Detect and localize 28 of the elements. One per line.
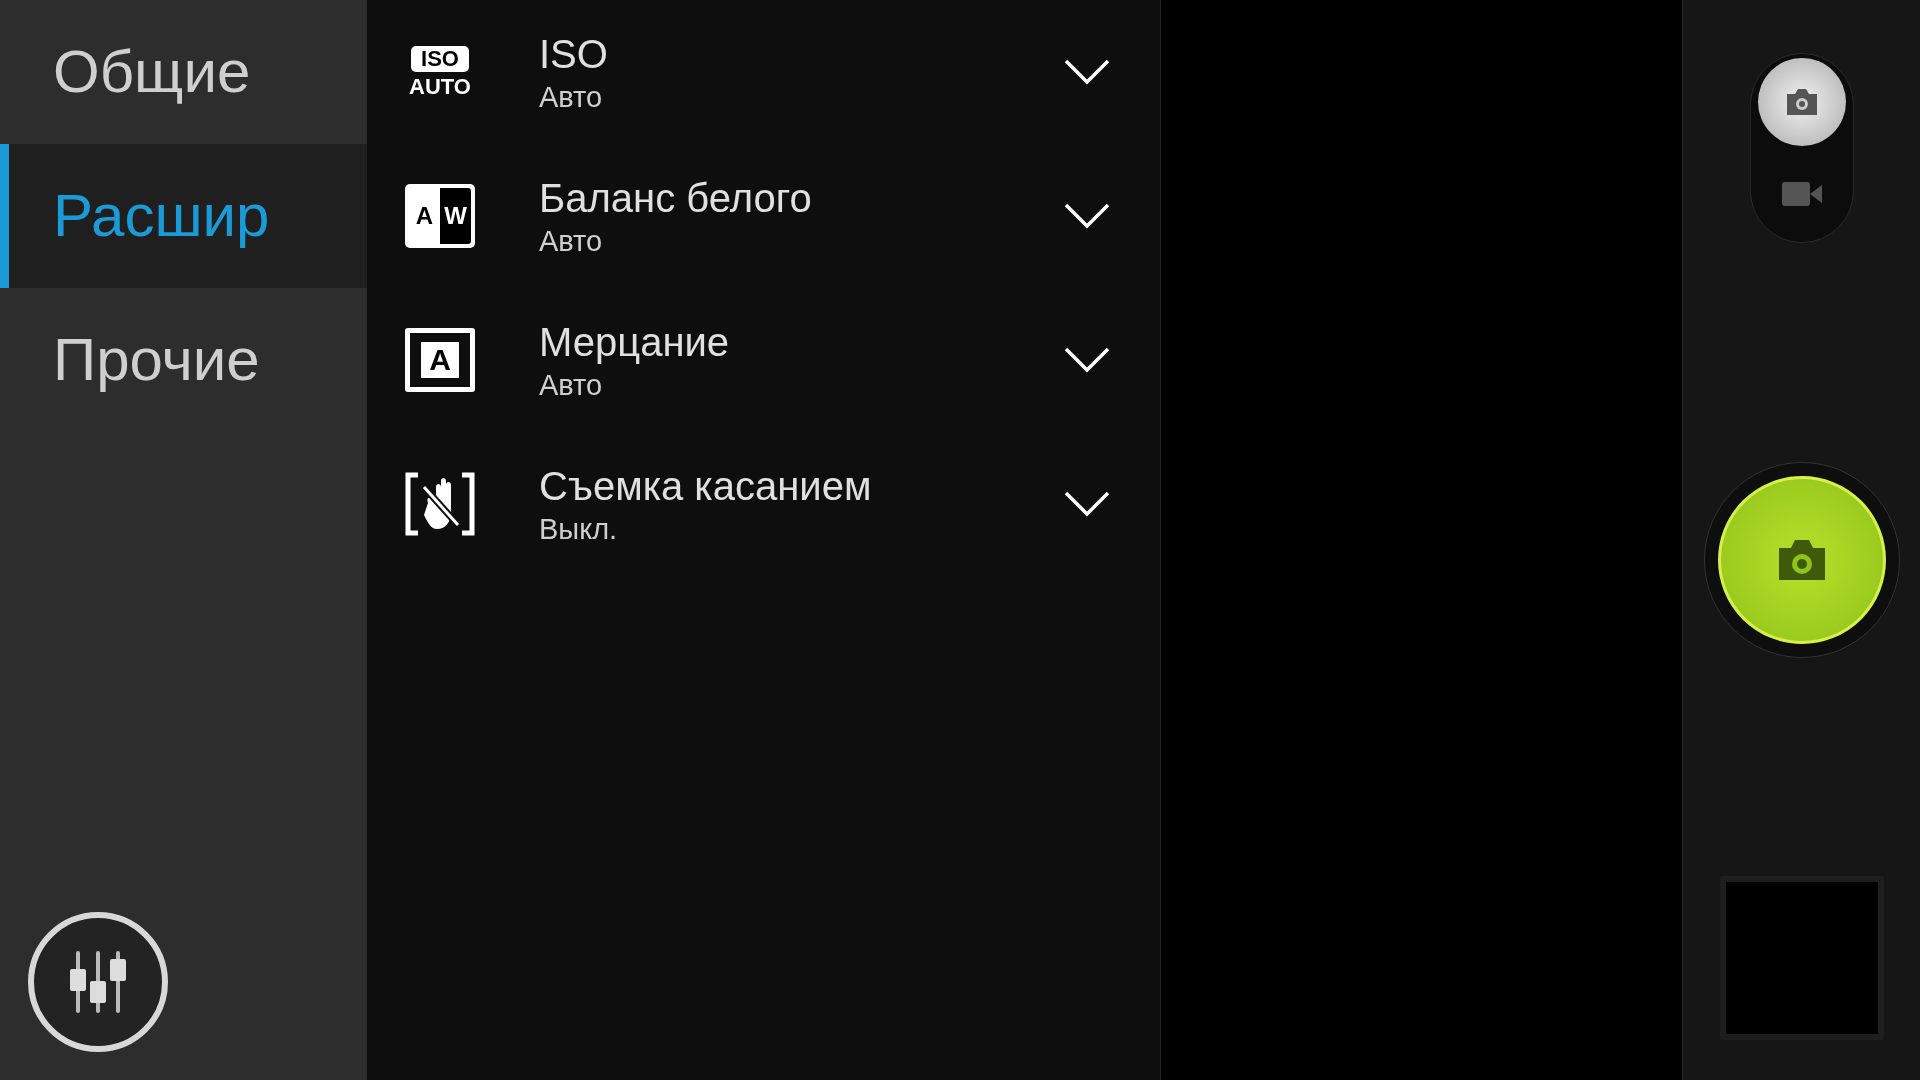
video-camera-icon bbox=[1781, 181, 1822, 207]
setting-title: Мерцание bbox=[539, 318, 731, 366]
touch-off-icon bbox=[404, 471, 476, 537]
setting-title: Съемка касанием bbox=[539, 462, 873, 510]
iso-badge: ISO bbox=[411, 46, 469, 72]
setting-value: Авто bbox=[539, 367, 604, 403]
setting-row[interactable]: A Мерцание Авто bbox=[367, 288, 1160, 432]
setting-value: Выкл. bbox=[539, 511, 619, 547]
setting-row[interactable]: A W Баланс белого Авто bbox=[367, 144, 1160, 288]
setting-title: Баланс белого bbox=[539, 174, 813, 222]
chevron-down-icon bbox=[1064, 491, 1110, 517]
setting-row[interactable]: Съемка касанием Выкл. bbox=[367, 432, 1160, 576]
aw-mode-icon: A W bbox=[405, 184, 475, 248]
sliders-icon bbox=[68, 949, 128, 1015]
gallery-thumbnail[interactable] bbox=[1719, 876, 1884, 1040]
chevron-down-icon bbox=[1064, 203, 1110, 229]
flicker-icon: A bbox=[405, 328, 475, 392]
setting-value: Авто bbox=[539, 223, 604, 259]
auto-label: AUTO bbox=[409, 76, 471, 98]
sidebar-tab[interactable]: Расшир bbox=[0, 144, 367, 288]
setting-title: ISO bbox=[539, 30, 609, 78]
photo-mode-button[interactable] bbox=[1757, 58, 1846, 146]
sidebar-tab[interactable]: Общие bbox=[0, 0, 367, 144]
setting-value: Авто bbox=[539, 79, 604, 115]
chevron-down-icon bbox=[1064, 59, 1110, 85]
sidebar-tab[interactable]: Прочие bbox=[0, 288, 367, 432]
chevron-down-icon bbox=[1064, 347, 1110, 373]
setting-row[interactable]: ISO AUTO ISO Авто bbox=[367, 0, 1160, 144]
